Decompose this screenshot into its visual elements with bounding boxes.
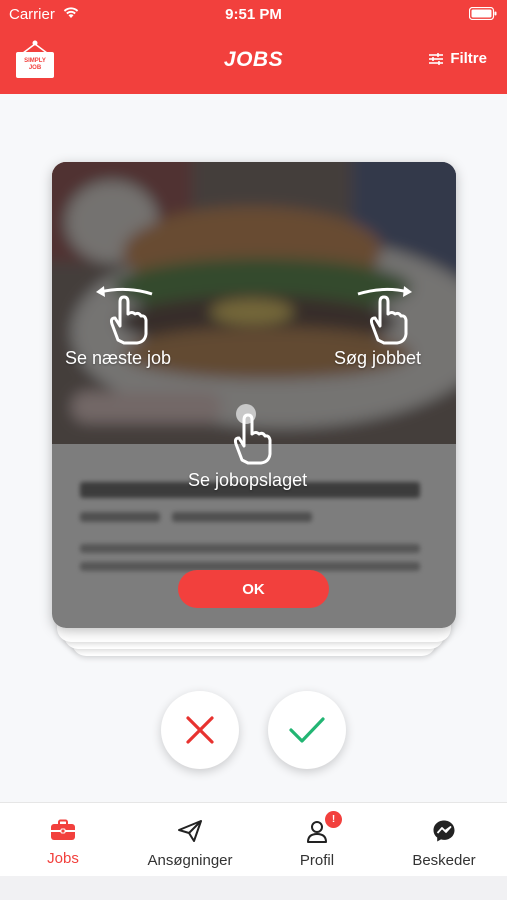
sliders-icon <box>429 52 444 65</box>
tab-label: Jobs <box>47 850 79 867</box>
battery-icon <box>469 7 497 20</box>
tab-messages[interactable]: Beskeder <box>381 803 507 877</box>
tab-jobs[interactable]: Jobs <box>0 803 126 877</box>
reject-button[interactable] <box>161 691 239 769</box>
status-time: 9:51 PM <box>225 6 282 23</box>
swipe-right-hand-icon <box>357 286 412 345</box>
notification-badge: ! <box>325 811 342 828</box>
bottom-tab-bar: Jobs Ansøgninger ! Profil Beskeder <box>0 802 507 876</box>
check-icon <box>289 717 325 743</box>
tab-label: Beskeder <box>412 852 476 869</box>
filter-label: Filtre <box>450 50 487 67</box>
tap-label: Se jobopslaget <box>188 470 308 490</box>
filter-button[interactable]: Filtre <box>428 50 487 67</box>
status-bar: Carrier 9:51 PM <box>0 0 507 28</box>
messenger-icon <box>433 820 455 842</box>
accept-button[interactable] <box>268 691 346 769</box>
tab-label: Profil <box>299 852 335 869</box>
tab-label: Ansøgninger <box>147 852 233 869</box>
tab-profile[interactable]: ! Profil <box>254 803 380 877</box>
tab-applications[interactable]: Ansøgninger <box>127 803 253 877</box>
x-icon <box>186 716 214 744</box>
paper-plane-icon <box>178 820 202 842</box>
swipe-left-hand-icon <box>96 286 153 345</box>
swipe-right-label: Søg jobbet <box>334 348 422 368</box>
home-indicator-area <box>0 876 507 900</box>
swipe-left-label: Se næste job <box>65 348 172 368</box>
app-header: Carrier 9:51 PM SIMPLY JOB JOBS Filtre <box>0 0 507 94</box>
ok-button[interactable]: OK <box>178 570 329 608</box>
tap-hand-icon <box>233 404 272 465</box>
briefcase-icon <box>51 819 75 840</box>
tutorial-overlay[interactable]: Se næste job Søg jobbet Se jobopslaget O… <box>52 162 456 628</box>
job-card[interactable]: Se næste job Søg jobbet Se jobopslaget O… <box>52 162 456 628</box>
